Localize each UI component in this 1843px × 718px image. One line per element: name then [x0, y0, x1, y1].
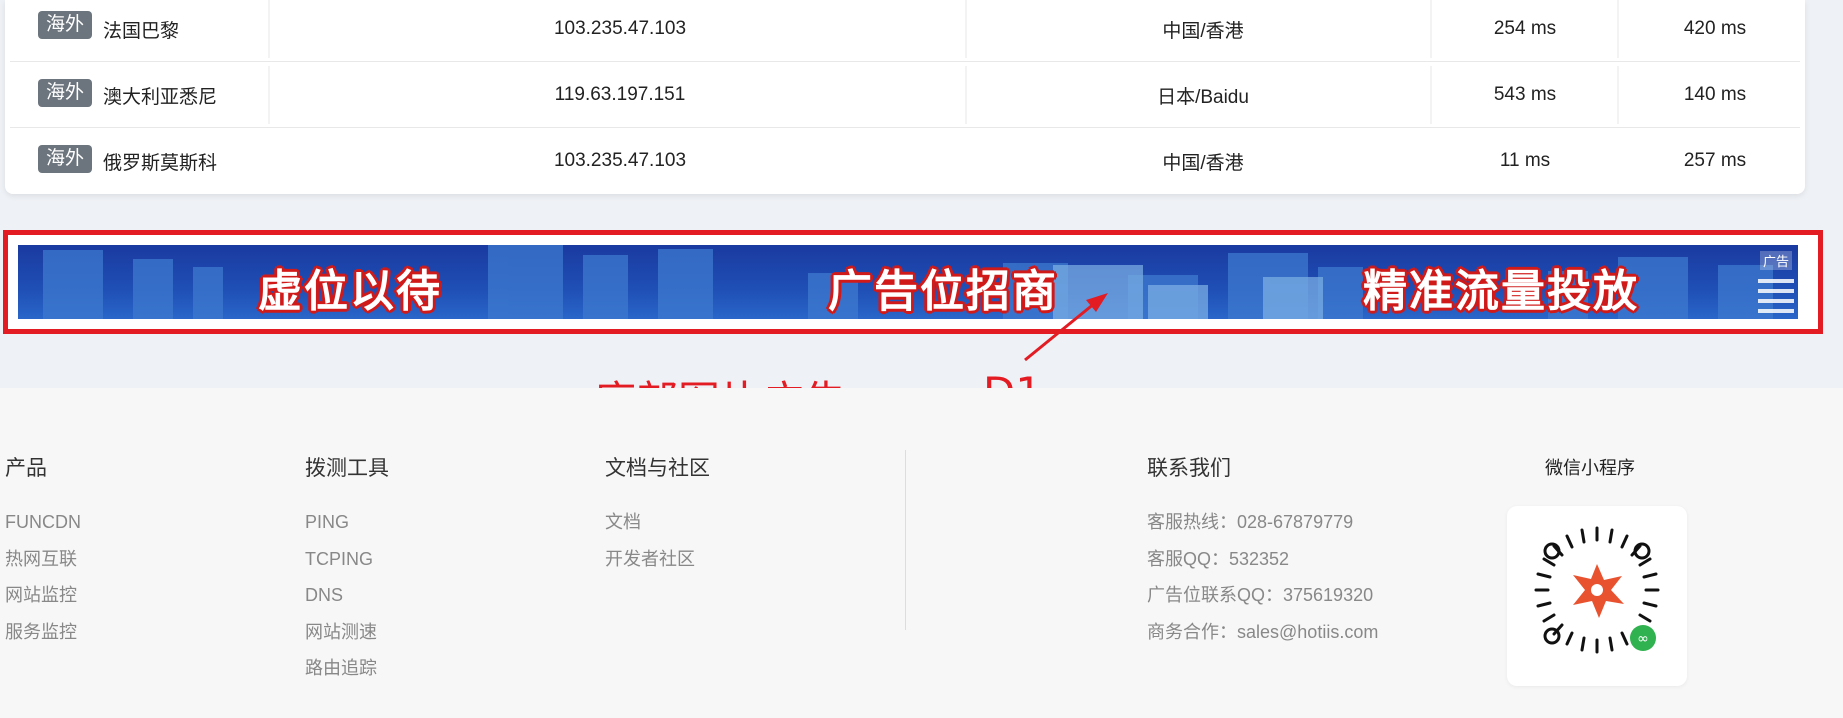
footer-heading: 产品	[5, 457, 47, 480]
footer-link[interactable]: 网站监控	[5, 583, 81, 607]
total-time: 420 ms	[1683, 18, 1747, 39]
node-city: 俄罗斯莫斯科	[103, 152, 218, 174]
ip-location: 中国/香港	[1162, 20, 1244, 42]
response-time: 254 ms	[1493, 18, 1557, 39]
ip-location: 日本/Baidu	[1157, 86, 1249, 108]
bottom-ad-banner[interactable]: 虚位以待 广告位招商 精准流量投放 广告	[18, 245, 1798, 319]
resolved-ip: 119.63.197.151	[554, 84, 686, 105]
footer-link[interactable]: FUNCDN	[5, 510, 81, 534]
response-time: 11 ms	[1499, 150, 1551, 171]
ad-badge: 广告	[1759, 251, 1792, 270]
ip-location: 中国/香港	[1162, 152, 1244, 174]
footer-products: 产品 FUNCDN 热网互联 网站监控 服务监控	[5, 452, 81, 656]
table-row: 海外 法国巴黎 103.235.47.103 中国/香港 254 ms 420 …	[5, 0, 1805, 62]
region-badge: 海外	[38, 79, 93, 107]
ad-slogan-3: 精准流量投放	[1363, 266, 1639, 317]
node-city: 法国巴黎	[103, 20, 180, 42]
footer-link[interactable]: TCPING	[305, 547, 389, 571]
footer-link[interactable]: 路由追踪	[305, 656, 389, 680]
footer-heading: 文档与社区	[605, 457, 710, 480]
footer-link[interactable]: 文档	[605, 510, 710, 534]
miniprogram-qr-card: ∞	[1507, 506, 1687, 686]
ad-slogan-1: 虚位以待	[258, 266, 442, 317]
footer-tools: 拨测工具 PING TCPING DNS 网站测速 路由追踪	[305, 452, 389, 693]
miniprogram-title: 微信小程序	[1545, 458, 1635, 478]
response-time: 543 ms	[1493, 84, 1557, 105]
footer-heading: 拨测工具	[305, 457, 389, 480]
contact-hotline: 客服热线：028-67879779	[1147, 512, 1354, 532]
contact-email[interactable]: 商务合作：sales@hotiis.com	[1147, 620, 1378, 644]
total-time: 257 ms	[1683, 150, 1747, 171]
footer-link[interactable]: DNS	[305, 583, 389, 607]
table-row: 海外 澳大利亚悉尼 119.63.197.151 日本/Baidu 543 ms…	[5, 62, 1805, 128]
footer-link[interactable]: PING	[305, 510, 389, 534]
total-time: 140 ms	[1683, 84, 1747, 105]
footer-divider	[905, 450, 906, 630]
region-badge: 海外	[38, 145, 93, 173]
resolved-ip: 103.235.47.103	[553, 18, 687, 39]
table-row: 海外 俄罗斯莫斯科 103.235.47.103 中国/香港 11 ms 257…	[5, 128, 1805, 194]
latency-table: 海外 法国巴黎 103.235.47.103 中国/香港 254 ms 420 …	[5, 0, 1805, 194]
footer-link[interactable]: 服务监控	[5, 620, 81, 644]
miniprogram-qr-code: ∞	[1534, 526, 1660, 654]
node-city: 澳大利亚悉尼	[103, 86, 218, 108]
svg-text:∞: ∞	[1637, 631, 1649, 647]
site-footer: 产品 FUNCDN 热网互联 网站监控 服务监控 拨测工具 PING TCPIN…	[0, 388, 1843, 718]
resolved-ip: 103.235.47.103	[553, 150, 687, 171]
contact-ad-qq: 广告位联系QQ：375619320	[1147, 585, 1374, 605]
footer-heading: 联系我们	[1147, 457, 1231, 480]
footer-docs: 文档与社区 文档 开发者社区	[605, 452, 710, 583]
ad-highlight-frame: 虚位以待 广告位招商 精准流量投放 广告	[3, 230, 1823, 334]
region-badge: 海外	[38, 11, 93, 39]
footer-contact: 联系我们 客服热线：028-67879779 客服QQ：532352 广告位联系…	[1147, 452, 1378, 656]
footer-link[interactable]: 网站测速	[305, 620, 389, 644]
ad-slogan-2: 广告位招商	[828, 266, 1058, 317]
footer-link[interactable]: 热网互联	[5, 547, 81, 571]
footer-link[interactable]: 开发者社区	[605, 547, 710, 571]
contact-qq: 客服QQ：532352	[1147, 548, 1290, 569]
